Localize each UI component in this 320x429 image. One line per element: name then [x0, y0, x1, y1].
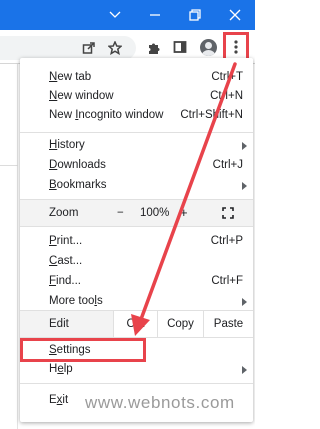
menu-item-cast[interactable]: Cast...: [20, 252, 253, 272]
zoom-row: Zoom − 100% +: [20, 199, 253, 227]
menu-separator: [20, 132, 253, 133]
edit-label: Edit: [49, 318, 69, 330]
profile-icon[interactable]: [197, 36, 219, 58]
menu-item-new-window[interactable]: New window Ctrl+N: [20, 87, 253, 107]
fullscreen-icon[interactable]: [222, 207, 234, 219]
minimize-icon[interactable]: [138, 0, 172, 30]
copy-button[interactable]: Copy: [157, 311, 203, 337]
zoom-label: Zoom: [49, 207, 79, 219]
star-icon[interactable]: [104, 37, 126, 59]
share-icon[interactable]: [78, 37, 100, 59]
address-bar[interactable]: [0, 36, 136, 60]
menu-item-help[interactable]: Help: [20, 360, 253, 380]
zoom-level: 100%: [140, 207, 170, 219]
side-panel-icon[interactable]: [169, 36, 191, 58]
page-content: [0, 64, 18, 429]
close-icon[interactable]: [218, 0, 252, 30]
submenu-arrow-icon: [242, 182, 247, 190]
menu-item-find[interactable]: Find... Ctrl+F: [20, 272, 253, 292]
submenu-arrow-icon: [242, 298, 247, 306]
restore-icon[interactable]: [178, 0, 212, 30]
paste-button[interactable]: Paste: [203, 311, 253, 337]
title-bar: [0, 0, 255, 30]
zoom-in-button[interactable]: +: [180, 205, 188, 220]
submenu-arrow-icon: [242, 142, 247, 150]
menu-item-new-tab[interactable]: New tab Ctrl+T: [20, 68, 253, 88]
chrome-main-menu: New tab Ctrl+T New window Ctrl+N New Inc…: [20, 58, 253, 422]
settings-highlight-box: [20, 338, 146, 362]
menu-item-bookmarks[interactable]: Bookmarks: [20, 176, 253, 196]
browser-screenshot: New tab Ctrl+T New window Ctrl+N New Inc…: [0, 0, 255, 429]
cut-button[interactable]: Cut: [113, 311, 157, 337]
menu-separator: [20, 383, 253, 384]
menu-item-downloads[interactable]: Downloads Ctrl+J: [20, 156, 253, 176]
menu-item-history[interactable]: History: [20, 136, 253, 156]
watermark: www.webnots.com: [85, 393, 235, 412]
edit-row: Edit Cut Copy Paste: [20, 310, 253, 338]
chevron-down-icon[interactable]: [98, 0, 132, 30]
menu-item-more-tools[interactable]: More tools: [20, 292, 253, 312]
zoom-out-button[interactable]: −: [117, 207, 124, 219]
extensions-icon[interactable]: [143, 36, 165, 58]
menu-item-print[interactable]: Print... Ctrl+P: [20, 232, 253, 252]
submenu-arrow-icon: [242, 366, 247, 374]
menu-item-new-incognito-window[interactable]: New Incognito window Ctrl+Shift+N: [20, 106, 253, 126]
